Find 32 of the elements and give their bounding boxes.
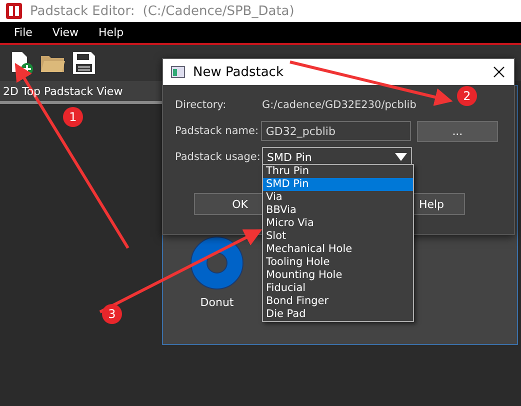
save-icon[interactable] [72,51,96,75]
directory-label: Directory: [175,99,228,111]
app-logo-icon [6,3,22,19]
usage-option[interactable]: Mounting Hole [263,269,413,282]
close-button[interactable] [492,65,506,79]
usage-option[interactable]: Slot [263,230,413,243]
step-badge: 3 [102,304,122,324]
shape-label: Donut [200,296,234,309]
menu-item[interactable]: Help [88,26,134,39]
usage-option[interactable]: Mechanical Hole [263,243,413,256]
usage-option[interactable]: Thru Pin [263,165,413,178]
step-badge: 1 [63,107,83,127]
dialog-title: New Padstack [193,64,284,80]
usage-option[interactable]: SMD Pin [263,178,413,191]
usage-option[interactable]: Fiducial [263,282,413,295]
window-title: Padstack Editor: [30,4,135,18]
donut-shape-icon[interactable] [190,236,244,290]
step-badge: 2 [457,86,477,106]
menu-item[interactable]: View [42,26,89,39]
usage-label: Padstack usage: [175,151,262,163]
dropdown-caret-icon [395,153,407,161]
window-path: (C:/Cadence/SPB_Data) [142,4,294,18]
browse-button[interactable]: ... [416,120,498,142]
usage-option[interactable]: Micro Via [263,217,413,230]
name-label: Padstack name: [175,125,260,137]
directory-value: G:/cadence/GD32E230/pcblib [262,99,416,111]
padstack-name-field[interactable]: GD32_pcblib [260,121,411,141]
window-icon [171,66,185,78]
menu-item[interactable]: File [4,26,42,39]
usage-option[interactable]: Bond Finger [263,295,413,308]
usage-option[interactable]: Tooling Hole [263,256,413,269]
usage-option[interactable]: Die Pad [263,308,413,321]
